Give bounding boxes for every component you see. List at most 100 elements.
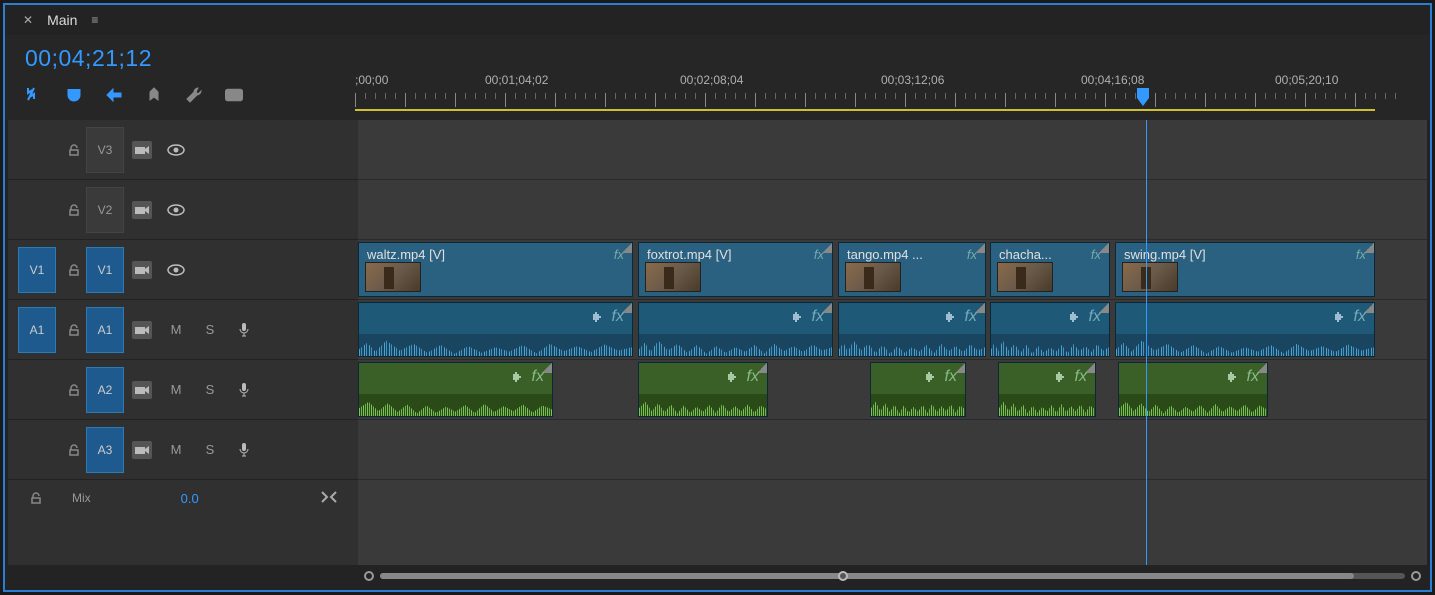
audio-clip[interactable]: fx — [1115, 302, 1375, 357]
solo-button[interactable]: S — [200, 381, 220, 399]
time-ruler[interactable]: ;00;0000;01;04;0200;02;08;0400;03;12;060… — [355, 35, 1430, 120]
audio-clip[interactable]: fx — [870, 362, 966, 417]
track-lane[interactable] — [358, 420, 1427, 480]
hscroll-center-icon[interactable] — [838, 571, 848, 581]
track-target[interactable]: V1 — [86, 247, 124, 293]
sync-lock-icon[interactable] — [132, 141, 152, 159]
fx-badge-icon[interactable]: fx — [532, 368, 544, 386]
fx-badge-icon[interactable]: fx — [1354, 308, 1366, 326]
mute-button[interactable]: M — [166, 381, 186, 399]
timeline-content[interactable]: fx fx fx fx fx fx fx fx fx fx waltz.mp4 [V]fxfoxtr… — [358, 120, 1427, 565]
voiceover-record-icon[interactable] — [234, 381, 254, 399]
voiceover-record-icon[interactable] — [234, 321, 254, 339]
audio-waveform-icon — [923, 371, 937, 383]
fx-badge-icon[interactable]: fx — [747, 368, 759, 386]
sync-lock-icon[interactable] — [132, 441, 152, 459]
sequence-tab[interactable]: Main — [47, 12, 77, 28]
toggle-track-output-icon[interactable] — [166, 261, 186, 279]
clip-label: tango.mp4 ... — [847, 247, 923, 262]
audio-clip[interactable]: fx — [838, 302, 986, 357]
track-target[interactable]: A3 — [86, 427, 124, 473]
panel-menu-icon[interactable]: ≡ — [91, 13, 98, 27]
captions-icon[interactable]: CC — [225, 86, 243, 104]
clip-thumbnail — [997, 262, 1053, 292]
track-lane[interactable]: fx fx fx fx fx — [358, 300, 1427, 360]
toggle-track-output-icon[interactable] — [166, 201, 186, 219]
video-clip[interactable]: waltz.mp4 [V]fx — [358, 242, 633, 297]
track-target[interactable]: A1 — [86, 307, 124, 353]
linked-selection-icon[interactable] — [105, 86, 123, 104]
playhead-handle[interactable] — [1136, 87, 1150, 109]
audio-waveform-icon — [1053, 371, 1067, 383]
fx-badge-icon[interactable]: fx — [1247, 368, 1259, 386]
fx-badge-icon[interactable]: fx — [812, 308, 824, 326]
track-lane[interactable]: waltz.mp4 [V]fxfoxtrot.mp4 [V]fxtango.mp… — [358, 240, 1427, 300]
sync-lock-icon[interactable] — [132, 261, 152, 279]
lock-track-icon[interactable] — [62, 323, 86, 337]
track-lane[interactable]: fx fx fx fx fx — [358, 360, 1427, 420]
voiceover-record-icon[interactable] — [234, 441, 254, 459]
source-patch[interactable] — [18, 367, 56, 413]
audio-clip[interactable]: fx — [998, 362, 1096, 417]
fx-badge-icon[interactable]: fx — [612, 308, 624, 326]
close-panel-icon[interactable]: ✕ — [23, 13, 33, 27]
track-lane[interactable] — [358, 120, 1427, 180]
audio-clip[interactable]: fx — [990, 302, 1110, 357]
mute-button[interactable]: M — [166, 321, 186, 339]
horizontal-scrollbar[interactable] — [358, 567, 1427, 585]
insert-as-nest-icon[interactable] — [25, 86, 43, 104]
header-left: 00;04;21;12 CC — [5, 35, 355, 120]
solo-button[interactable]: S — [200, 321, 220, 339]
hscroll-thumb[interactable] — [380, 573, 1354, 579]
svg-text:CC: CC — [229, 93, 239, 100]
mute-button[interactable]: M — [166, 441, 186, 459]
lock-track-icon[interactable] — [62, 263, 86, 277]
track-target[interactable]: V3 — [86, 127, 124, 173]
zoom-out-handle-icon[interactable] — [364, 571, 374, 581]
source-patch[interactable] — [18, 427, 56, 473]
audio-waveform — [839, 334, 985, 356]
audio-clip[interactable]: fx — [358, 302, 633, 357]
zoom-in-handle-icon[interactable] — [1411, 571, 1421, 581]
fx-badge-icon[interactable]: fx — [1075, 368, 1087, 386]
video-clip[interactable]: foxtrot.mp4 [V]fx — [638, 242, 833, 297]
audio-clip[interactable]: fx — [358, 362, 553, 417]
marker-icon[interactable] — [145, 86, 163, 104]
mix-value[interactable]: 0.0 — [181, 491, 199, 506]
mix-output-icon[interactable] — [320, 490, 338, 507]
track-target[interactable]: V2 — [86, 187, 124, 233]
hscroll-track[interactable] — [380, 573, 1405, 579]
source-patch[interactable]: A1 — [18, 307, 56, 353]
video-track-header: V1 V1 — [8, 240, 358, 300]
lock-track-icon[interactable] — [62, 203, 86, 217]
toggle-track-output-icon[interactable] — [166, 141, 186, 159]
lock-track-icon[interactable] — [62, 383, 86, 397]
video-clip[interactable]: chacha...fx — [990, 242, 1110, 297]
fx-badge-icon[interactable]: fx — [945, 368, 957, 386]
playhead-timecode[interactable]: 00;04;21;12 — [25, 45, 335, 72]
audio-clip[interactable]: fx — [638, 362, 768, 417]
source-patch[interactable]: V1 — [18, 247, 56, 293]
audio-clip[interactable]: fx — [638, 302, 833, 357]
video-clip[interactable]: tango.mp4 ...fx — [838, 242, 986, 297]
sync-lock-icon[interactable] — [132, 321, 152, 339]
sync-lock-icon[interactable] — [132, 201, 152, 219]
track-lane[interactable] — [358, 180, 1427, 240]
source-patch[interactable] — [18, 187, 56, 233]
fx-badge-icon[interactable]: fx — [965, 308, 977, 326]
lock-mix-icon[interactable] — [24, 491, 48, 505]
snap-icon[interactable] — [65, 86, 83, 104]
lock-track-icon[interactable] — [62, 443, 86, 457]
lock-track-icon[interactable] — [62, 143, 86, 157]
fx-badge-icon[interactable]: fx — [1089, 308, 1101, 326]
source-patch[interactable] — [18, 127, 56, 173]
settings-wrench-icon[interactable] — [185, 86, 203, 104]
audio-waveform-icon — [510, 371, 524, 383]
sync-lock-icon[interactable] — [132, 381, 152, 399]
ruler-label: 00;05;20;10 — [1275, 73, 1338, 87]
audio-clip[interactable]: fx — [1118, 362, 1268, 417]
work-area-bar[interactable] — [355, 109, 1375, 111]
track-target[interactable]: A2 — [86, 367, 124, 413]
solo-button[interactable]: S — [200, 441, 220, 459]
video-clip[interactable]: swing.mp4 [V]fx — [1115, 242, 1375, 297]
